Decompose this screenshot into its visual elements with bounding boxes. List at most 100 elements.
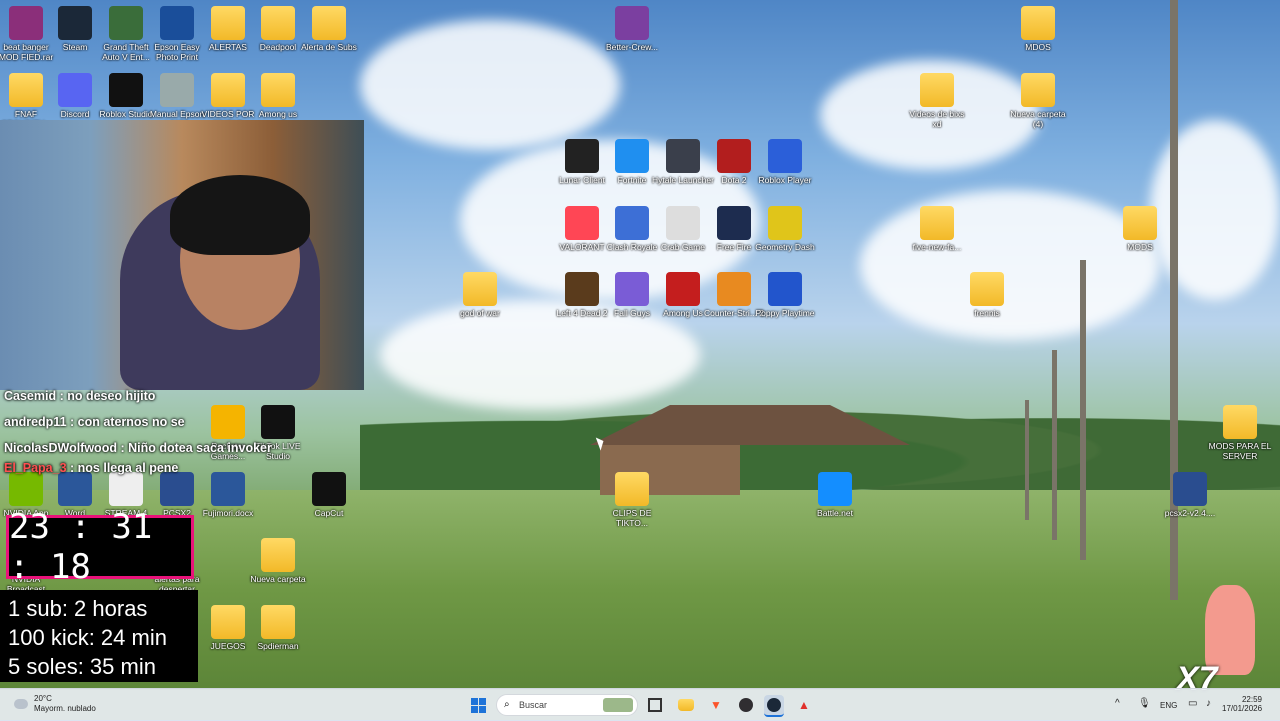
winrar-icon [9, 6, 43, 40]
goal-item: 100 kick: 24 min [8, 625, 167, 650]
clock[interactable]: 22:59 17/01/2026 [1222, 695, 1262, 713]
start-button[interactable] [468, 695, 488, 715]
weather-desc: Mayorm. nublado [34, 704, 96, 713]
desktop-icon-label: Spdierman [257, 641, 299, 651]
folder-icon [920, 73, 954, 107]
roblox-player-icon [768, 139, 802, 173]
desktop-icon[interactable]: MODS [1108, 206, 1172, 252]
desktop-icon-label: Alerta de Subs [301, 42, 357, 52]
folder-icon [615, 472, 649, 506]
volume-icon[interactable]: ♪ [1206, 698, 1211, 709]
desktop-icon-label: Better-Crew... [606, 42, 658, 52]
clash-royale-icon [615, 206, 649, 240]
brave-icon[interactable]: ▼ [706, 695, 726, 715]
folder-icon [463, 272, 497, 306]
desktop-icon[interactable]: five-new-fa... [905, 206, 969, 252]
obs-icon[interactable] [736, 695, 756, 715]
free-fire-icon [717, 206, 751, 240]
search-highlight-icon [603, 698, 633, 712]
task-view-icon[interactable] [645, 695, 665, 715]
taskbar: 20°C Mayorm. nublado ⌕ Buscar ▼ ▲ ^ 🎙 EN… [0, 688, 1280, 721]
desktop-icon-label: frennis [974, 308, 1000, 318]
folder-icon [211, 605, 245, 639]
lunar-client-icon [565, 139, 599, 173]
desktop-icon[interactable]: god of war [448, 272, 512, 318]
desktop-icon[interactable]: Better-Crew... [600, 6, 664, 52]
steam-taskbar-icon[interactable] [764, 695, 784, 717]
desktop-icon[interactable]: Among us [246, 73, 310, 119]
epson-icon [160, 6, 194, 40]
fortnite-icon [615, 139, 649, 173]
search-icon: ⌕ [504, 699, 510, 710]
desktop-icon-label: Geometry Dash [755, 242, 815, 252]
clock-time: 22:59 [1241, 695, 1262, 704]
clock-date: 17/01/2026 [1222, 704, 1263, 713]
search-box[interactable]: ⌕ Buscar [496, 694, 638, 716]
desktop-icon[interactable]: pcsx2-v2.4.... [1158, 472, 1222, 518]
roblox-studio-icon [109, 73, 143, 107]
battlenet-icon [818, 472, 852, 506]
microphone-icon[interactable]: 🎙 [1138, 698, 1151, 709]
folder-icon [261, 73, 295, 107]
desktop-icon-label: Fujimori.docx [202, 508, 254, 518]
discord-icon [58, 73, 92, 107]
desktop-icon[interactable]: Spdierman [246, 605, 310, 651]
chat-overlay: Casemid : no deseo hijito andredp11 : co… [4, 388, 364, 486]
desktop-icon-label: god of war [460, 308, 500, 318]
cs2-icon [717, 272, 751, 306]
desktop-icon-label: Battle.net [817, 508, 853, 518]
fall-guys-icon [615, 272, 649, 306]
desktop-icon-label: CLIPS DE TIKTO... [612, 508, 652, 528]
folder-icon [920, 206, 954, 240]
folder-icon [261, 538, 295, 572]
desktop-icon[interactable]: Battle.net [803, 472, 867, 518]
chat-message: Casemid : no deseo hijito [4, 389, 156, 403]
geometry-dash-icon [768, 206, 802, 240]
file-explorer-icon[interactable] [676, 695, 696, 715]
desktop-icon-label: Poppy Playtime [755, 308, 815, 318]
better-crew-icon [615, 6, 649, 40]
folder-icon [261, 605, 295, 639]
dota2-icon [717, 139, 751, 173]
among-us-icon [666, 272, 700, 306]
desktop-icon-label: Among us [258, 109, 298, 119]
folder-icon [1223, 405, 1257, 439]
adobe-icon[interactable]: ▲ [794, 695, 814, 715]
folder-icon [9, 73, 43, 107]
desktop-icon[interactable]: Roblox Player [753, 139, 817, 185]
desktop-icon[interactable]: frennis [955, 272, 1019, 318]
desktop-icon[interactable]: Nueva carpeta [246, 538, 310, 584]
desktop-icon[interactable]: Nueva carpeta (4) [1006, 73, 1070, 129]
weather-temp: 20°C [34, 694, 52, 703]
desktop-icon[interactable]: Geometry Dash [753, 206, 817, 252]
desktop-icon-label: CapCut [314, 508, 344, 518]
folder-icon [1123, 206, 1157, 240]
desktop-icon[interactable]: Alerta de Subs [297, 6, 361, 52]
network-icon[interactable]: ▭ [1188, 698, 1197, 709]
webcam-overlay [0, 120, 364, 390]
goal-item: 1 sub: 2 horas [8, 596, 148, 621]
desktop-icon[interactable]: Poppy Playtime [753, 272, 817, 318]
windows-icon [470, 697, 486, 713]
language-indicator[interactable]: ENG [1160, 701, 1177, 710]
desktop-icon[interactable]: MODS PARA EL SERVER [1208, 405, 1272, 461]
desktop-icon-label: MODS PARA EL SERVER [1208, 441, 1272, 461]
epson-manual-icon [160, 73, 194, 107]
folder-icon [970, 272, 1004, 306]
desktop-icon-label: MODS [1127, 242, 1153, 252]
desktop-icon[interactable]: MDOS [1006, 6, 1070, 52]
left4dead-icon [565, 272, 599, 306]
crab-game-icon [666, 206, 700, 240]
folder-icon [261, 6, 295, 40]
desktop-icon[interactable]: CLIPS DE TIKTO... [600, 472, 664, 528]
weather-widget[interactable]: 20°C Mayorm. nublado [14, 694, 96, 714]
valorant-icon [565, 206, 599, 240]
desktop-icon-label: Roblox Player [758, 175, 812, 185]
desktop-icon-label: five-new-fa... [912, 242, 962, 252]
folder-icon [211, 6, 245, 40]
desktop-icon[interactable]: Videos de bixs xd [905, 73, 969, 129]
folder-icon [1021, 73, 1055, 107]
folder-icon [312, 6, 346, 40]
tray-chevron-icon[interactable]: ^ [1115, 698, 1120, 709]
chat-message: andredp11 : con aternos no se [4, 415, 185, 429]
